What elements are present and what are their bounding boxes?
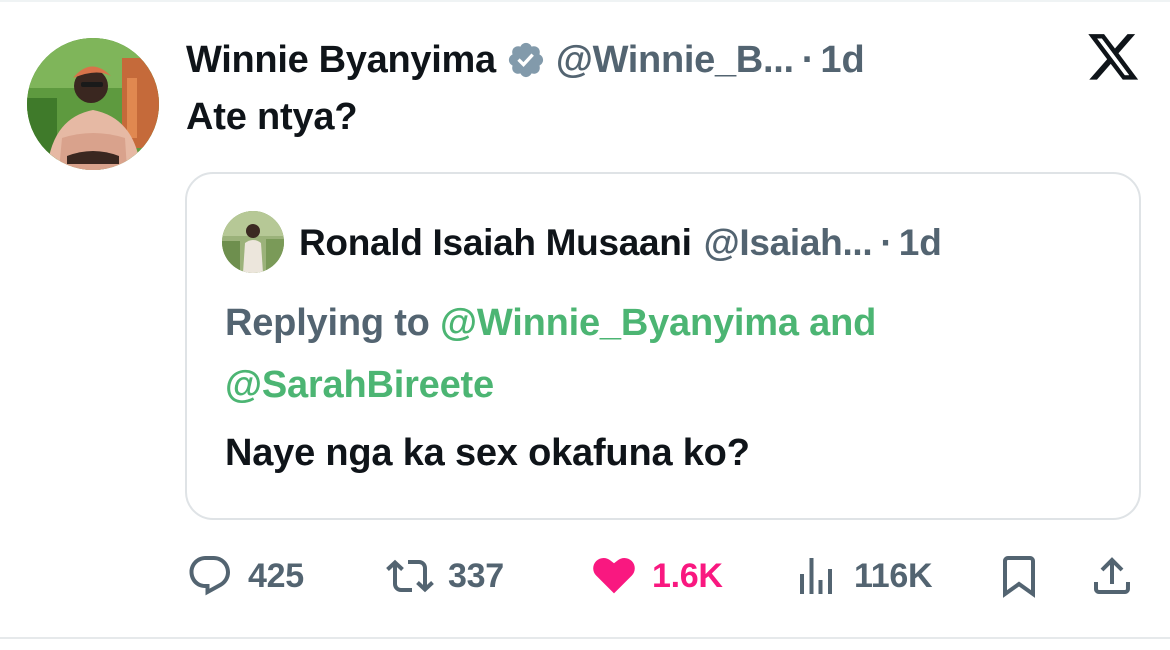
tweet-header: Winnie Byanyima @Winnie_B... · 1d xyxy=(186,36,865,84)
author-name[interactable]: Winnie Byanyima xyxy=(186,39,496,82)
mention-and-connector: and xyxy=(798,302,877,344)
x-logo-icon[interactable] xyxy=(1088,34,1140,82)
reply-count: 425 xyxy=(248,556,304,595)
mention-winnie-byanyima[interactable]: @Winnie_Byanyima xyxy=(440,302,799,344)
share-button[interactable] xyxy=(1088,548,1136,604)
verified-badge-icon xyxy=(508,42,543,78)
share-icon xyxy=(1094,557,1130,594)
author-handle[interactable]: @Winnie_B... xyxy=(556,39,794,82)
quoted-timestamp[interactable]: 1d xyxy=(899,222,942,264)
like-icon xyxy=(593,557,635,594)
quoted-author-avatar[interactable] xyxy=(222,211,284,273)
mention-sarah-bireete[interactable]: @SarahBireete xyxy=(225,364,494,406)
bottom-divider xyxy=(0,637,1170,639)
bookmark-button[interactable] xyxy=(995,548,1043,604)
reply-button[interactable]: 425 xyxy=(186,548,304,604)
action-bar: 425 337 1.6K 116K xyxy=(0,540,1170,610)
views-icon xyxy=(800,558,832,594)
separator-dot: · xyxy=(880,222,893,263)
top-divider xyxy=(0,0,1170,2)
separator-dot: · xyxy=(801,38,815,81)
quoted-tweet-card[interactable]: Ronald Isaiah Musaani @Isaiah... · 1d Re… xyxy=(185,172,1141,520)
quoted-author-handle[interactable]: @Isaiah... xyxy=(704,222,873,264)
views-button[interactable]: 116K xyxy=(792,548,933,604)
tweet-timestamp[interactable]: 1d xyxy=(820,39,864,82)
like-button[interactable]: 1.6K xyxy=(590,548,723,604)
replying-to-label: Replying to xyxy=(225,302,441,344)
repost-button[interactable]: 337 xyxy=(386,548,504,604)
repost-icon xyxy=(386,559,434,593)
views-count: 116K xyxy=(854,556,933,595)
author-avatar[interactable] xyxy=(27,38,159,170)
quoted-tweet-text: Naye nga ka sex okafuna ko? xyxy=(225,432,750,474)
repost-count: 337 xyxy=(448,556,504,595)
bookmark-icon xyxy=(1003,556,1035,598)
quoted-tweet-header: Ronald Isaiah Musaani @Isaiah... · 1d xyxy=(299,218,942,268)
replying-to-line: Replying to @Winnie_Byanyima and @SarahB… xyxy=(225,292,1105,416)
like-count: 1.6K xyxy=(652,556,723,595)
tweet-text: Ate ntya? xyxy=(186,96,358,138)
reply-icon xyxy=(189,556,230,596)
quoted-author-name[interactable]: Ronald Isaiah Musaani xyxy=(299,222,692,264)
